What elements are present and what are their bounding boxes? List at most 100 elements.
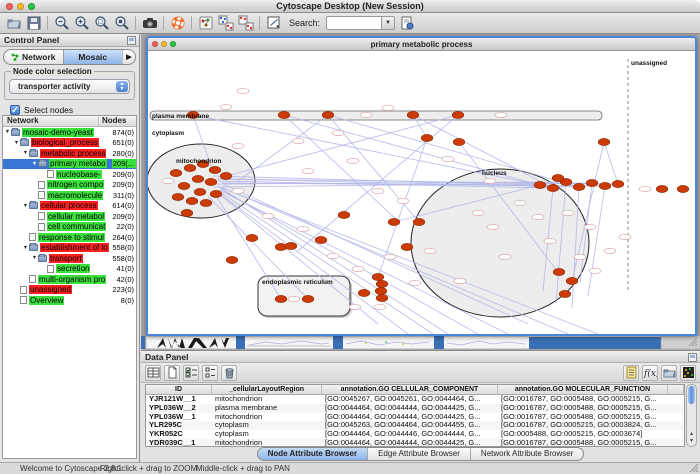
network-node[interactable] — [194, 188, 206, 195]
net-minimize-button[interactable] — [161, 41, 167, 47]
expander-icon[interactable]: ▼ — [31, 255, 38, 261]
network-node[interactable] — [358, 289, 370, 296]
network-node[interactable] — [599, 182, 611, 189]
apply-layout-icon[interactable] — [197, 15, 214, 32]
network-node[interactable] — [338, 211, 350, 218]
column-header[interactable]: annotation.GO CELLULAR_COMPONENT — [322, 385, 498, 394]
select-attributes-icon[interactable] — [183, 365, 199, 381]
network-node[interactable] — [192, 175, 204, 182]
new-attribute-icon[interactable] — [164, 365, 180, 381]
network-node[interactable] — [553, 268, 565, 275]
tree-item-multi-organism-pro[interactable]: multi-organism pro42(0) — [3, 274, 136, 285]
import-attributes-icon[interactable] — [661, 365, 677, 381]
table-row[interactable]: YPL036W__1mitochondrion[GO:0044464, GO:0… — [146, 413, 684, 422]
network-node[interactable] — [200, 199, 212, 206]
unselect-attributes-icon[interactable] — [202, 365, 218, 381]
float-panel-icon[interactable] — [688, 353, 697, 362]
tree-item-response-to-stimul[interactable]: response to stimul264(0) — [3, 232, 136, 243]
network-node[interactable] — [210, 190, 222, 197]
zoom-in-icon[interactable] — [73, 15, 90, 32]
network-node[interactable] — [246, 234, 258, 241]
network-node[interactable] — [375, 287, 387, 294]
tree-item-biological-process[interactable]: ▼biological_process651(0) — [3, 138, 136, 149]
save-icon[interactable] — [25, 15, 42, 32]
network-node[interactable] — [372, 273, 384, 280]
network-node[interactable] — [181, 209, 193, 216]
network-node[interactable] — [547, 184, 559, 191]
network-node[interactable] — [566, 277, 578, 284]
network-node[interactable] — [226, 256, 238, 263]
network-node[interactable] — [315, 236, 327, 243]
network-node[interactable] — [178, 182, 190, 189]
network-node[interactable] — [573, 183, 585, 190]
network-node[interactable] — [598, 138, 610, 145]
network-node[interactable] — [172, 193, 184, 200]
tree-item-secretion[interactable]: secretion41(0) — [3, 264, 136, 275]
network-node[interactable] — [184, 164, 196, 171]
tree-item-mosaic-demo-yeast[interactable]: ▼mosaic-demo-yeast874(0) — [3, 127, 136, 138]
node-color-dropdown[interactable]: transporter activity ▲▼ — [9, 79, 130, 94]
resize-grip-icon[interactable] — [689, 463, 699, 473]
tree-item-overview[interactable]: Overview8(0) — [3, 295, 136, 306]
network-node[interactable] — [278, 111, 290, 118]
attribute-list-icon[interactable] — [623, 365, 639, 381]
expander-icon[interactable]: ▼ — [13, 140, 20, 146]
network-node[interactable] — [612, 180, 624, 187]
network-node[interactable] — [220, 172, 232, 179]
expander-icon[interactable]: ▼ — [22, 150, 29, 156]
close-button[interactable] — [6, 3, 13, 10]
network-node[interactable] — [170, 169, 182, 176]
select-nodes-checkbox[interactable]: ✓ — [10, 105, 20, 115]
network-node[interactable] — [421, 134, 433, 141]
column-header[interactable]: ID — [146, 385, 212, 394]
network-node[interactable] — [586, 179, 598, 186]
net-close-button[interactable] — [152, 41, 158, 47]
zoom-button[interactable] — [28, 3, 35, 10]
table-row[interactable]: YKR052Ccytoplasm[GO:0044464, GO:0044446,… — [146, 430, 684, 439]
annotation-icon[interactable] — [265, 15, 282, 32]
tree-item-cell-communicat[interactable]: cell communicat22(0) — [3, 222, 136, 233]
expander-icon[interactable]: ▼ — [22, 245, 29, 251]
tab-overflow-arrow[interactable]: ▶ — [122, 50, 135, 64]
tree-item-nitrogen-compo[interactable]: nitrogen compo209(0) — [3, 180, 136, 191]
expander-icon[interactable]: ▼ — [22, 203, 29, 209]
network-node[interactable] — [401, 243, 413, 250]
attribute-table[interactable]: ID_cellularLayoutRegionannotation.GO CEL… — [145, 384, 685, 447]
network-node[interactable] — [413, 218, 425, 225]
tree-item-macromolecule[interactable]: macromolecule311(0) — [3, 190, 136, 201]
network-node[interactable] — [275, 295, 287, 302]
tree-item-cellular-metabol[interactable]: cellular metabol209(0) — [3, 211, 136, 222]
network-node[interactable] — [656, 185, 668, 192]
tab-mosaic[interactable]: Mosaic — [63, 50, 123, 64]
minimize-button[interactable] — [17, 3, 24, 10]
tree-item-establishment-of-lo[interactable]: ▼establishment of lo558(0) — [3, 243, 136, 254]
network-node[interactable] — [453, 138, 465, 145]
network-node[interactable] — [552, 174, 564, 181]
table-row[interactable]: YDR039C__1mitochondrion[GO:0044464, GO:0… — [146, 439, 684, 447]
tree-item-cellular-process[interactable]: ▼cellular process614(0) — [3, 201, 136, 212]
network-node[interactable] — [677, 185, 689, 192]
network-node[interactable] — [376, 294, 388, 301]
function-builder-icon[interactable]: f(x) — [642, 365, 658, 381]
import-network-icon[interactable] — [217, 15, 234, 32]
tree-item-metabolic-process[interactable]: ▼metabolic process280(0) — [3, 148, 136, 159]
open-icon[interactable] — [5, 15, 22, 32]
network-node[interactable] — [407, 111, 419, 118]
network-node[interactable] — [388, 218, 400, 225]
tab-network-attribute-browser[interactable]: Network Attribute Browser — [471, 448, 583, 460]
table-row[interactable]: YJR121W__1mitochondrion[GO:0045267, GO:0… — [146, 395, 684, 404]
table-row[interactable]: YPL036W__2plasma membrane[GO:0044464, GO… — [146, 404, 684, 413]
network-node[interactable] — [559, 290, 571, 297]
network-node[interactable] — [534, 181, 546, 188]
tree-col-network[interactable]: Network — [3, 116, 99, 126]
column-header[interactable]: annotation.GO MOLECULAR_FUNCTION — [498, 385, 668, 394]
network-node[interactable] — [302, 295, 314, 302]
network-node[interactable] — [186, 197, 198, 204]
network-node[interactable] — [205, 178, 217, 185]
tree-item-unassigned[interactable]: unassigned223(0) — [3, 285, 136, 296]
network-node[interactable] — [452, 111, 464, 118]
tree-col-nodes[interactable]: Nodes — [99, 116, 136, 126]
attribute-table-icon[interactable] — [145, 365, 161, 381]
expander-icon[interactable]: ▼ — [4, 129, 11, 135]
zoom-fit-icon[interactable] — [113, 15, 130, 32]
